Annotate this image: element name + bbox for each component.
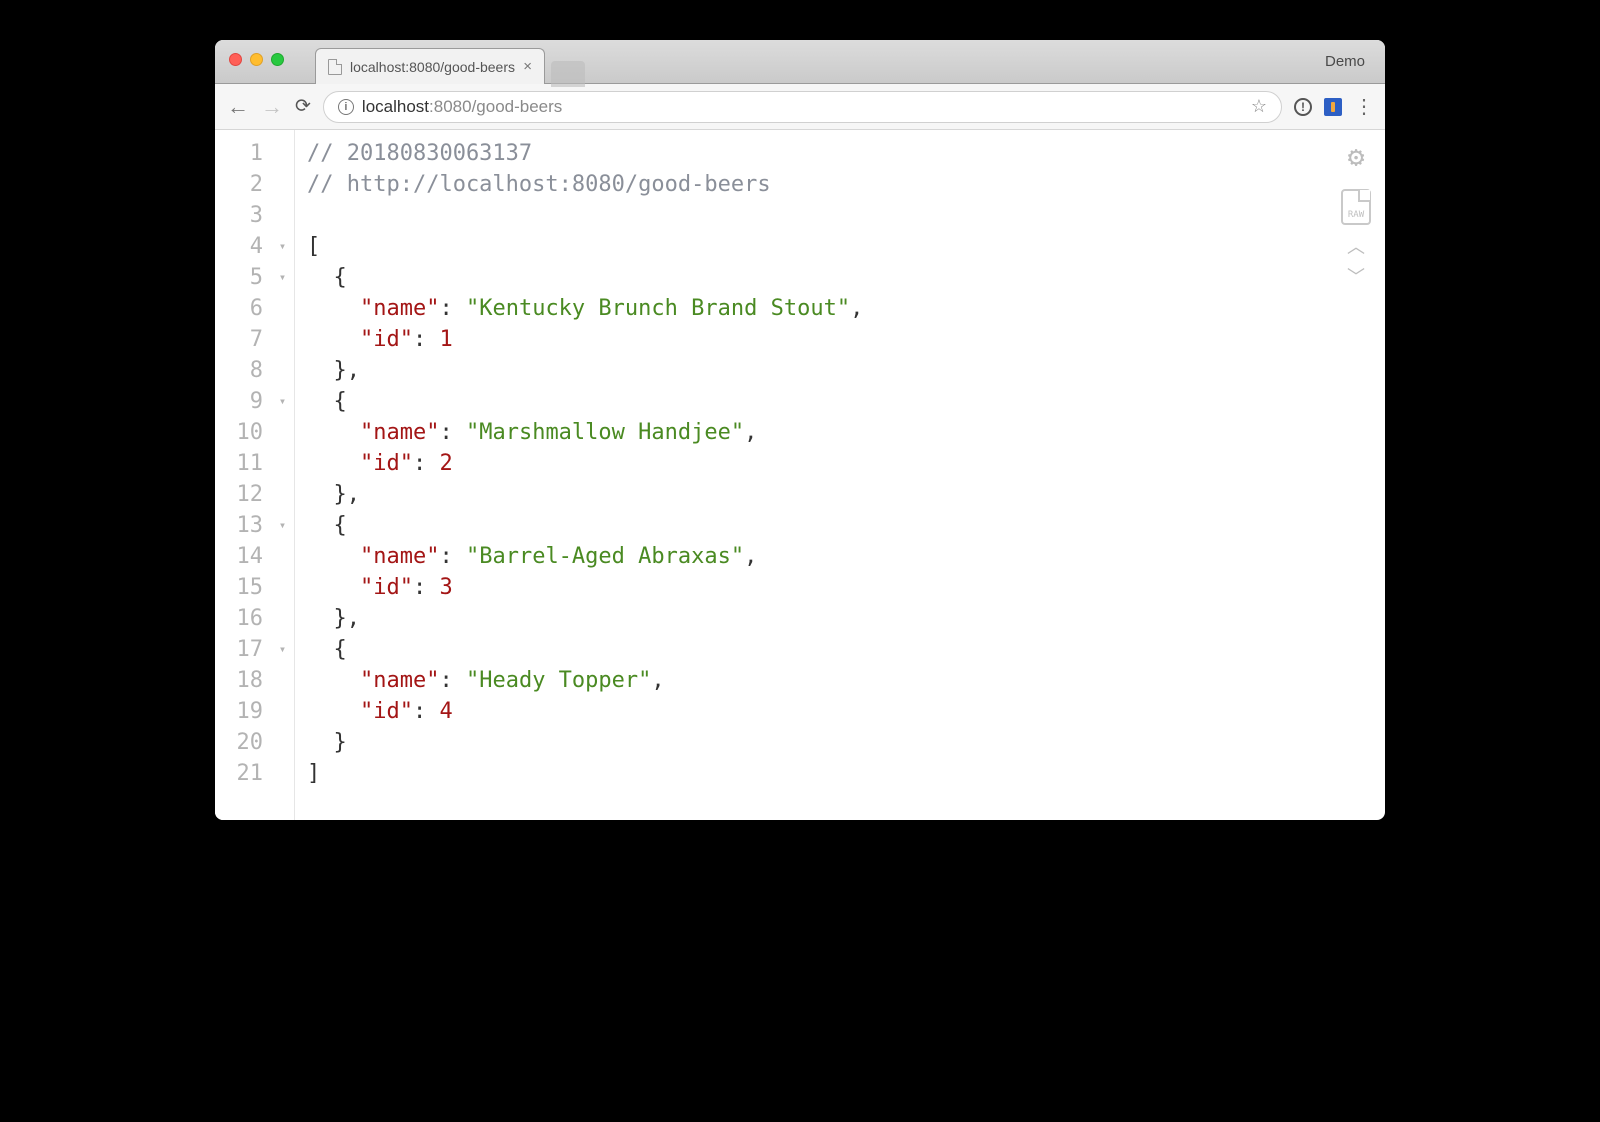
minimize-window-button[interactable] [250, 53, 263, 66]
tab-title: localhost:8080/good-beers [350, 59, 515, 75]
window-controls [229, 53, 284, 66]
file-icon [328, 59, 342, 75]
fold-marker[interactable]: ▾ [271, 634, 294, 665]
line-number: 2 [215, 169, 263, 200]
url-host: localhost [362, 97, 429, 116]
close-window-button[interactable] [229, 53, 242, 66]
expand-all-icon[interactable]: ﹀ [1347, 271, 1365, 285]
omnibox-actions: ☆ [1251, 96, 1267, 117]
maximize-window-button[interactable] [271, 53, 284, 66]
extension-icon[interactable] [1324, 98, 1342, 116]
page-content: 123456789101112131415161718192021 ▾▾ ▾ ▾… [215, 130, 1385, 820]
line-number: 13 [215, 510, 263, 541]
line-number: 17 [215, 634, 263, 665]
json-viewer-sidebar: ⚙ RAW ︿ ﹀ [1341, 140, 1371, 285]
fold-marker [271, 169, 294, 200]
line-number: 20 [215, 727, 263, 758]
toolbar: ← → ⟳ i localhost:8080/good-beers ☆ ! ⋮ [215, 84, 1385, 130]
line-number: 15 [215, 572, 263, 603]
fold-marker [271, 138, 294, 169]
line-number: 9 [215, 386, 263, 417]
new-tab-button[interactable] [551, 61, 585, 87]
line-number: 21 [215, 758, 263, 789]
fold-marker [271, 727, 294, 758]
line-number: 16 [215, 603, 263, 634]
fold-marker[interactable]: ▾ [271, 262, 294, 293]
menu-button[interactable]: ⋮ [1354, 94, 1373, 119]
line-number: 3 [215, 200, 263, 231]
profile-label[interactable]: Demo [1325, 53, 1375, 70]
browser-tab[interactable]: localhost:8080/good-beers × [315, 48, 545, 84]
fold-marker [271, 572, 294, 603]
fold-marker [271, 603, 294, 634]
alert-icon[interactable]: ! [1294, 98, 1312, 116]
fold-marker [271, 665, 294, 696]
line-number: 14 [215, 541, 263, 572]
fold-marker [271, 541, 294, 572]
browser-window: localhost:8080/good-beers × Demo ← → ⟳ i… [215, 40, 1385, 820]
close-tab-button[interactable]: × [523, 58, 532, 75]
fold-marker [271, 324, 294, 355]
line-number: 5 [215, 262, 263, 293]
line-number: 1 [215, 138, 263, 169]
fold-marker [271, 293, 294, 324]
fold-marker [271, 479, 294, 510]
fold-gutter: ▾▾ ▾ ▾ ▾ [271, 130, 295, 820]
back-button[interactable]: ← [227, 94, 249, 120]
fold-marker [271, 355, 294, 386]
line-number: 10 [215, 417, 263, 448]
line-number-gutter: 123456789101112131415161718192021 [215, 130, 271, 820]
tab-bar: localhost:8080/good-beers × Demo [215, 40, 1385, 84]
line-number: 8 [215, 355, 263, 386]
line-number: 12 [215, 479, 263, 510]
line-number: 11 [215, 448, 263, 479]
url-text: localhost:8080/good-beers [362, 97, 562, 117]
bookmark-star-icon[interactable]: ☆ [1251, 96, 1267, 117]
raw-label: RAW [1348, 210, 1364, 220]
fold-marker [271, 758, 294, 789]
fold-marker[interactable]: ▾ [271, 231, 294, 262]
gear-icon[interactable]: ⚙ [1348, 140, 1365, 173]
fold-marker [271, 417, 294, 448]
line-number: 18 [215, 665, 263, 696]
line-number: 6 [215, 293, 263, 324]
json-viewer[interactable]: // 20180830063137 // http://localhost:80… [295, 130, 1385, 820]
address-bar[interactable]: i localhost:8080/good-beers ☆ [323, 91, 1282, 123]
collapse-all-icon[interactable]: ︿ [1347, 241, 1365, 255]
url-path: :8080/good-beers [429, 97, 562, 116]
fold-marker [271, 696, 294, 727]
fold-marker[interactable]: ▾ [271, 510, 294, 541]
site-info-icon[interactable]: i [338, 99, 354, 115]
forward-button[interactable]: → [261, 94, 283, 120]
fold-marker [271, 200, 294, 231]
reload-button[interactable]: ⟳ [295, 95, 311, 118]
line-number: 4 [215, 231, 263, 262]
raw-toggle-button[interactable]: RAW [1341, 189, 1371, 225]
fold-marker[interactable]: ▾ [271, 386, 294, 417]
line-number: 7 [215, 324, 263, 355]
fold-marker [271, 448, 294, 479]
line-number: 19 [215, 696, 263, 727]
